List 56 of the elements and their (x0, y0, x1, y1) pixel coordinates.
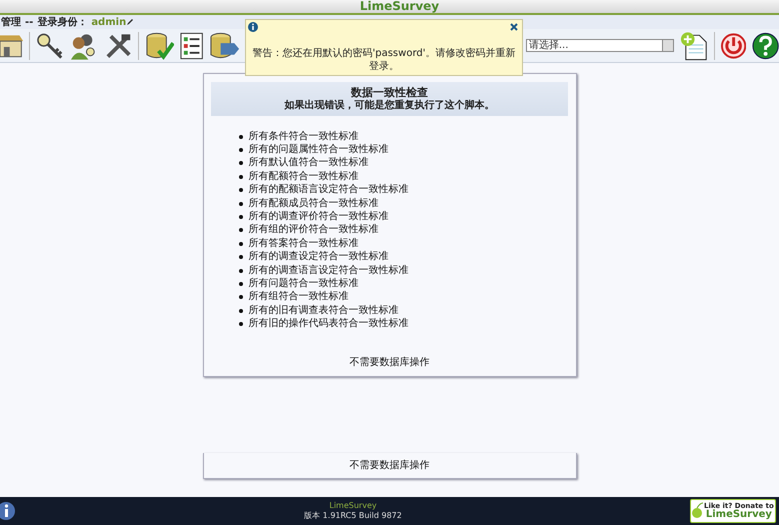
lime-icon[interactable] (691, 501, 703, 521)
bullet-icon (238, 255, 242, 260)
bullet-icon (238, 322, 242, 326)
tools-icon[interactable] (104, 32, 132, 60)
bullet-icon (238, 148, 242, 152)
power-icon[interactable] (720, 32, 746, 58)
version-text: 版本 1.91RC5 Build 9872 (304, 511, 402, 521)
help-icon[interactable] (752, 32, 779, 60)
bullet-icon (238, 228, 242, 232)
check-result: 所有的问题属性符合一致性标准 (248, 144, 388, 156)
login-label: 登录身份： (37, 16, 88, 30)
panel-title: 数据一致性检查 (351, 86, 428, 100)
check-result: 所有条件符合一致性标准 (248, 130, 358, 143)
check-result: 所有的配额语言设定符合一致性标准 (248, 184, 408, 196)
info-icon[interactable] (248, 22, 258, 32)
close-icon[interactable] (510, 23, 518, 31)
app-title: LimeSurvey (360, 0, 440, 14)
section-label: 管理 (1, 16, 21, 30)
database-sql-icon[interactable] (209, 30, 240, 60)
result-message: 不需要数据库操作 (350, 356, 430, 370)
house-icon[interactable] (0, 32, 24, 58)
check-result: 所有答案符合一致性标准 (248, 238, 358, 250)
bullet-icon (238, 202, 242, 206)
bullet-icon (238, 188, 242, 192)
check-result: 所有问题符合一致性标准 (248, 278, 358, 290)
key-icon[interactable] (36, 32, 64, 60)
survey-select[interactable]: 请选择... (526, 39, 674, 52)
bullet-icon (238, 308, 242, 313)
notification-message: 警告：您还在用默认的密码'password'。请修改密码并重新登录。 (252, 47, 516, 73)
database-check-icon[interactable] (144, 30, 174, 60)
check-result: 所有的调查评价符合一致性标准 (248, 211, 388, 224)
check-result: 所有默认值符合一致性标准 (248, 157, 368, 170)
info-icon[interactable] (0, 501, 16, 521)
separator-text: -- (25, 16, 34, 30)
check-result: 所有组符合一致性标准 (248, 291, 348, 304)
bullet-icon (238, 134, 242, 139)
check-result: 所有组的评价符合一致性标准 (248, 224, 378, 236)
bullet-icon (238, 161, 242, 166)
bullet-icon (238, 268, 242, 273)
bullet-icon (238, 295, 242, 300)
add-document-icon[interactable] (680, 30, 708, 60)
bullet-icon (238, 282, 242, 286)
result-message: 不需要数据库操作 (350, 458, 430, 473)
check-result: 所有配额成员符合一致性标准 (248, 198, 378, 210)
check-result: 所有的调查语言设定符合一致性标准 (248, 264, 408, 277)
pencil-icon[interactable] (126, 18, 134, 26)
check-result: 所有旧的操作代码表符合一致性标准 (248, 318, 408, 330)
document-list-icon[interactable] (180, 32, 204, 60)
check-result: 所有的调查设定符合一致性标准 (248, 251, 388, 264)
panel-subtitle: 如果出现错误，可能是您重复执行了这个脚本。 (284, 100, 494, 112)
bullet-icon (238, 215, 242, 220)
check-result: 所有配额符合一致性标准 (248, 170, 358, 183)
product-link[interactable]: LimeSurvey (329, 501, 377, 511)
bullet-icon (238, 174, 242, 179)
check-result: 所有的旧有调查表符合一致性标准 (248, 304, 398, 317)
bullet-icon (238, 242, 242, 246)
